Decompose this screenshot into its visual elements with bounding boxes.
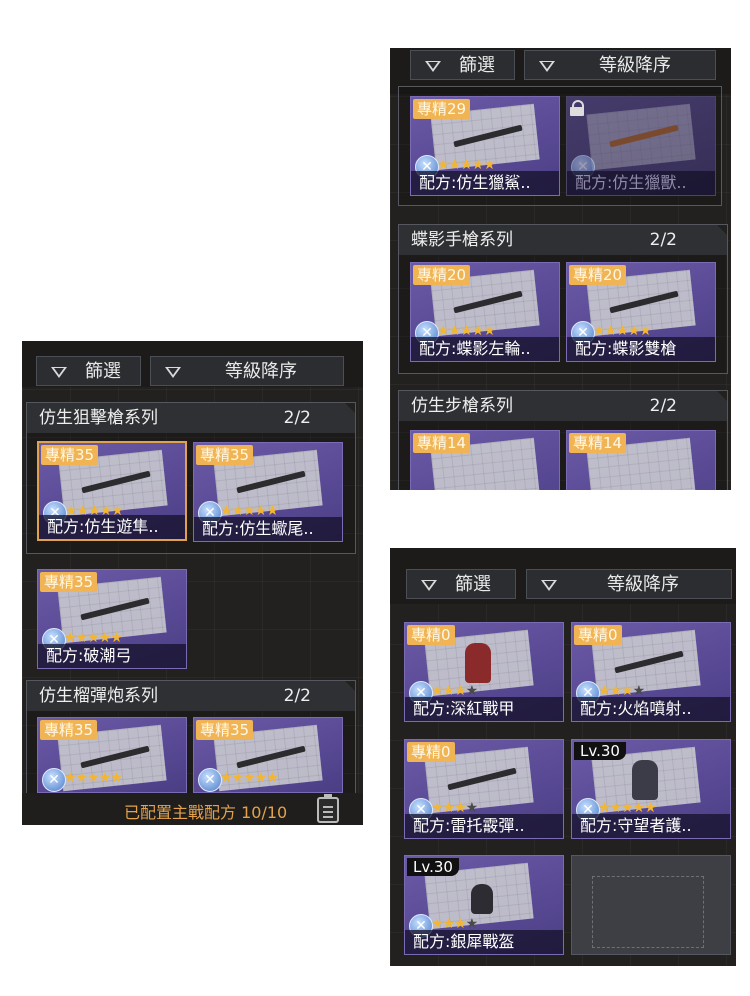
corner-notch (345, 681, 355, 691)
recipe-card[interactable]: 專精35 ✕ ★★★★★ 配方:仿生蠍尾.. (193, 442, 343, 542)
recipe-card[interactable]: Lv.30 ✕ ★★★★★ 配方:守望者護.. (571, 739, 731, 839)
recipe-panel-bottom-right: 篩選 等級降序 專精0 ✕ ★★★★ 配方:深紅戰甲 專精0 ✕ ★★★★ 配方… (390, 548, 736, 966)
mastery-badge: 專精0 (574, 625, 622, 645)
mastery-badge: 專精20 (413, 265, 471, 285)
status-bar: 已配置主戰配方 10/10 (22, 793, 363, 825)
mastery-badge: 專精20 (569, 265, 627, 285)
triangle-down-icon (421, 580, 437, 591)
wrench-icon: ✕ (42, 768, 66, 792)
series-count: 2/2 (649, 230, 677, 250)
mastery-badge: 專精35 (40, 720, 98, 740)
sort-button[interactable]: 等級降序 (524, 50, 716, 80)
recipe-name: 配方:守望者護.. (572, 814, 730, 838)
mastery-badge: 專精0 (407, 625, 455, 645)
sort-label: 等級降序 (607, 574, 679, 595)
recipe-card-locked[interactable]: ✕ 配方:仿生獵獸.. (566, 96, 716, 196)
recipe-card[interactable]: 專精20 ✕ ★★★★★ 配方:蝶影雙槍 (566, 262, 716, 362)
sort-label: 等級降序 (225, 361, 297, 382)
sort-button[interactable]: 等級降序 (150, 356, 344, 386)
filter-button[interactable]: 篩選 (36, 356, 141, 386)
mastery-badge: 專精35 (196, 720, 254, 740)
mastery-badge: 專精35 (196, 445, 254, 465)
recipe-card[interactable]: 專精35 ✕ ★★★★★ 配方:破潮弓 (37, 569, 187, 669)
filter-button[interactable]: 篩選 (406, 569, 516, 599)
recipe-name: 配方:蝶影雙槍 (567, 337, 715, 361)
recipe-name: 配方:破潮弓 (38, 644, 186, 668)
clipboard-icon[interactable] (317, 794, 339, 823)
triangle-down-icon (165, 367, 181, 378)
recipe-name: 配方:仿生遊隼.. (39, 515, 185, 539)
empty-recipe-slot[interactable] (571, 855, 731, 955)
series-title: 蝶影手槍系列 (411, 230, 513, 250)
series-header: 仿生榴彈炮系列 2/2 (27, 681, 355, 711)
triangle-down-icon (425, 61, 441, 72)
level-badge: Lv.30 (407, 858, 459, 876)
series-title: 仿生狙擊槍系列 (39, 408, 158, 428)
mastery-badge: 專精0 (407, 742, 455, 762)
corner-notch (345, 403, 355, 413)
filter-button[interactable]: 篩選 (410, 50, 515, 80)
recipe-name: 配方:深紅戰甲 (405, 697, 563, 721)
recipe-card[interactable]: 專精35 ✕ ★★★★★ (37, 717, 187, 793)
recipe-panel-top-right: 篩選 等級降序 專精29 ✕ ★★★★★ 配方:仿生獵鯊.. ✕ 配方:仿生獵獸… (390, 48, 731, 490)
filter-label: 篩選 (455, 574, 491, 595)
series-count: 2/2 (283, 408, 311, 428)
recipe-card[interactable]: 專精29 ✕ ★★★★★ 配方:仿生獵鯊.. (410, 96, 560, 196)
toolbar: 篩選 等級降序 (390, 548, 736, 604)
mastery-badge: 專精14 (413, 433, 471, 453)
sort-label: 等級降序 (599, 55, 671, 76)
triangle-down-icon (541, 580, 557, 591)
series-header: 仿生步槍系列 2/2 (399, 391, 727, 421)
recipe-name: 配方:仿生獵獸.. (567, 171, 715, 195)
recipe-panel-left: 篩選 等級降序 仿生狙擊槍系列 2/2 專精35 ✕ ★★★★★ 配方:仿生遊隼… (22, 341, 363, 825)
equipped-status: 已配置主戰配方 10/10 (124, 803, 288, 822)
triangle-down-icon (51, 367, 67, 378)
mastery-badge: 專精29 (413, 99, 471, 119)
mastery-badge: 專精14 (569, 433, 627, 453)
wrench-icon: ✕ (198, 768, 222, 792)
recipe-name: 配方:蝶影左輪.. (411, 337, 559, 361)
toolbar: 篩選 等級降序 (22, 341, 363, 387)
armor-image (465, 643, 491, 683)
star-rating: ★★★★★ (220, 770, 279, 786)
series-count: 2/2 (649, 396, 677, 416)
recipe-card[interactable]: 專精14 (566, 430, 716, 490)
lock-icon (570, 100, 584, 116)
series-header: 仿生狙擊槍系列 2/2 (27, 403, 355, 433)
series-title: 仿生榴彈炮系列 (39, 686, 158, 706)
recipe-name: 配方:仿生蠍尾.. (194, 517, 342, 541)
series-header: 蝶影手槍系列 2/2 (399, 225, 727, 255)
series-title: 仿生步槍系列 (411, 396, 513, 416)
filter-label: 篩選 (85, 361, 121, 382)
recipe-name: 配方:銀犀戰盔 (405, 930, 563, 954)
corner-notch (717, 225, 727, 235)
series-count: 2/2 (283, 686, 311, 706)
recipe-card[interactable]: 專精35 ✕ ★★★★★ (193, 717, 343, 793)
level-badge: Lv.30 (574, 742, 626, 760)
recipe-card[interactable]: 專精0 ✕ ★★★★ 配方:深紅戰甲 (404, 622, 564, 722)
recipe-card[interactable]: 專精20 ✕ ★★★★★ 配方:蝶影左輪.. (410, 262, 560, 362)
recipe-card[interactable]: 專精0 ✕ ★★★★ 配方:雷托霰彈.. (404, 739, 564, 839)
mastery-badge: 專精35 (41, 445, 99, 465)
mastery-badge: 專精35 (40, 572, 98, 592)
recipe-card[interactable]: 專精35 ✕ ★★★★★ 配方:仿生遊隼.. (37, 441, 187, 541)
sort-button[interactable]: 等級降序 (526, 569, 732, 599)
triangle-down-icon (539, 61, 555, 72)
helmet-image (471, 884, 493, 914)
corner-notch (717, 391, 727, 401)
filter-label: 篩選 (459, 55, 495, 76)
blueprint-placeholder (592, 876, 704, 948)
armor-image (632, 760, 658, 800)
recipe-name: 配方:雷托霰彈.. (405, 814, 563, 838)
star-rating: ★★★★★ (64, 770, 123, 786)
recipe-card[interactable]: 專精0 ✕ ★★★★ 配方:火焰噴射.. (571, 622, 731, 722)
recipe-card[interactable]: Lv.30 ✕ ★★★★ 配方:銀犀戰盔 (404, 855, 564, 955)
recipe-card[interactable]: 專精14 (410, 430, 560, 490)
recipe-name: 配方:火焰噴射.. (572, 697, 730, 721)
recipe-name: 配方:仿生獵鯊.. (411, 171, 559, 195)
